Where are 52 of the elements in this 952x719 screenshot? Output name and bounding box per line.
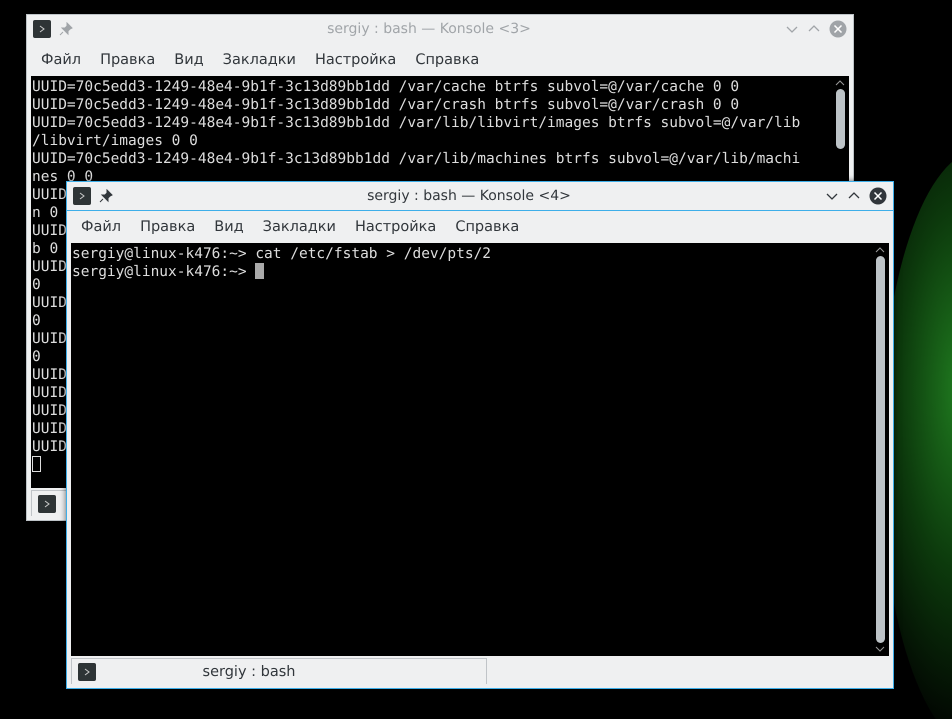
- terminal-line: UUID: [32, 223, 67, 239]
- terminal-line: 0: [32, 313, 41, 329]
- terminal-line: UUID: [32, 421, 67, 437]
- terminal-line: 0: [32, 277, 41, 293]
- menu-item[interactable]: Файл: [33, 52, 92, 68]
- menu-item[interactable]: Вид: [206, 219, 255, 235]
- terminal-icon[interactable]: [73, 187, 91, 205]
- terminal-line: UUID: [32, 367, 67, 383]
- menu-item[interactable]: Настройка: [346, 219, 448, 235]
- terminal-line: UUID=70c5edd3-1249-48e4-9b1f-3c13d89bb1dd /var/lib/machines btrfs subvol=@/var/lib/machi: [32, 151, 800, 167]
- menu-item[interactable]: Справка: [407, 52, 490, 68]
- terminal-line: UUID=70c5edd3-1249-48e4-9b1f-3c13d89bb1dd /var/lib/libvirt/images btrfs subvol=@/var/lib: [32, 115, 800, 131]
- menu-item[interactable]: Закладки: [214, 52, 307, 68]
- scroll-up-icon[interactable]: [835, 79, 845, 87]
- menu-item[interactable]: Справка: [447, 219, 530, 235]
- scroll-thumb[interactable]: [876, 256, 884, 643]
- menu-item[interactable]: Закладки: [254, 219, 347, 235]
- window-title: sergiy : bash — Konsole <4>: [366, 188, 572, 204]
- session-tab[interactable]: sergiy : bash: [71, 658, 487, 684]
- terminal-line: 0: [32, 349, 41, 365]
- terminal-line: UUID=70c5edd3-1249-48e4-9b1f-3c13d89bb1dd /var/cache btrfs subvol=@/var/cache 0 0: [32, 79, 740, 95]
- terminal-icon: [78, 662, 96, 680]
- terminal-icon[interactable]: [33, 20, 51, 38]
- terminal-line: UUID: [32, 259, 67, 275]
- terminal-line: UUID=70c5edd3-1249-48e4-9b1f-3c13d89bb1dd /var/crash btrfs subvol=@/var/crash 0 0: [32, 97, 740, 113]
- scroll-down-icon[interactable]: [875, 645, 885, 653]
- window-title: sergiy : bash — Konsole <3>: [326, 21, 532, 37]
- terminal-line: UUID: [32, 187, 67, 203]
- terminal-line: nes 0 0: [32, 169, 94, 185]
- terminal-icon: [38, 494, 56, 512]
- terminal-line: UUID: [32, 331, 67, 347]
- terminal-line: /libvirt/images 0 0: [32, 133, 198, 149]
- text-cursor: [255, 263, 264, 279]
- pin-icon[interactable]: [99, 189, 113, 203]
- terminal-line: UUID: [32, 403, 67, 419]
- menu-item[interactable]: Правка: [132, 219, 206, 235]
- terminal-line: n 0: [32, 205, 58, 221]
- menu-item[interactable]: Вид: [166, 52, 215, 68]
- text-cursor: [32, 456, 41, 472]
- menu-item[interactable]: Правка: [92, 52, 166, 68]
- close-icon[interactable]: [869, 187, 887, 205]
- terminal-line: sergiy@linux-k476:~>: [72, 264, 248, 280]
- scroll-up-icon[interactable]: [875, 246, 885, 254]
- terminal-line: UUID: [32, 295, 67, 311]
- menu-item[interactable]: Настройка: [306, 52, 408, 68]
- menu-item[interactable]: Файл: [73, 219, 132, 235]
- session-tab[interactable]: [31, 490, 67, 516]
- terminal-line: b 0: [32, 241, 58, 257]
- scroll-thumb[interactable]: [836, 89, 844, 149]
- terminal-line: UUID: [32, 385, 67, 401]
- terminal-line: sergiy@linux-k476:~> cat /etc/fstab > /dev/pts/2: [72, 246, 492, 262]
- terminal-line: UUID: [32, 439, 67, 455]
